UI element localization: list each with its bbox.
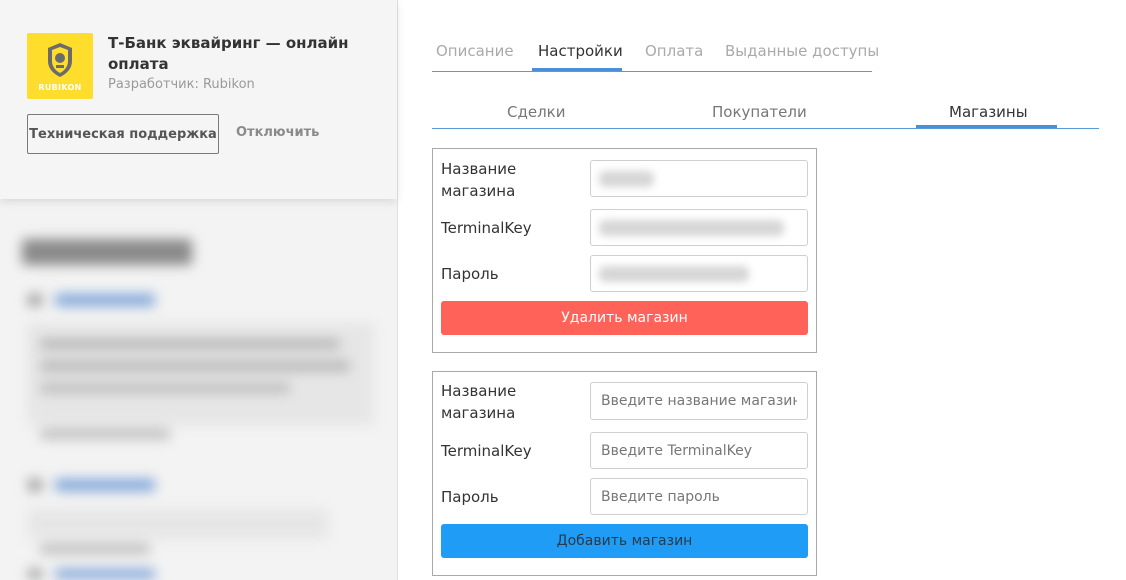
subtab-deals[interactable]: Сделки — [507, 103, 565, 121]
app-logo: RUBIKON — [27, 33, 93, 99]
new-terminal-key-input[interactable] — [590, 432, 808, 469]
terminal-key-label: TerminalKey — [441, 219, 532, 237]
existing-store-form: Название магазина TerminalKey Пароль Уда… — [432, 148, 817, 353]
logo-brand: RUBIKON — [38, 83, 82, 92]
store-name-input[interactable] — [590, 160, 808, 197]
store-name-label: Название магазина — [441, 160, 517, 200]
new-password-label: Пароль — [441, 488, 499, 506]
new-store-form: Название магазина TerminalKey Пароль Доб… — [432, 371, 817, 576]
terminal-key-input[interactable] — [590, 209, 808, 246]
blurred-content — [0, 199, 397, 580]
disable-link[interactable]: Отключить — [236, 125, 319, 140]
support-button[interactable]: Техническая поддержка — [27, 114, 219, 154]
password-label: Пароль — [441, 265, 499, 283]
tab-settings[interactable]: Настройки — [538, 42, 623, 60]
tab-description[interactable]: Описание — [436, 42, 514, 60]
new-store-name-label: Название магазина — [441, 382, 517, 422]
new-terminal-key-label: TerminalKey — [441, 442, 532, 460]
subtab-stores[interactable]: Магазины — [949, 103, 1028, 121]
delete-store-button[interactable]: Удалить магазин — [441, 301, 808, 335]
active-tab-indicator — [532, 68, 622, 71]
app-title: Т-Банк эквайринг — онлайн оплата — [108, 34, 349, 73]
tab-access[interactable]: Выданные доступы — [725, 42, 879, 60]
add-store-button[interactable]: Добавить магазин — [441, 524, 808, 558]
tab-payment[interactable]: Оплата — [645, 42, 703, 60]
password-input[interactable] — [590, 255, 808, 292]
app-developer: Разработчик: Rubikon — [108, 77, 255, 92]
app-card: RUBIKON Т-Банк эквайринг — онлайн оплата… — [0, 0, 397, 199]
sidebar: RUBIKON Т-Банк эквайринг — онлайн оплата… — [0, 0, 398, 580]
top-tabs: Описание Настройки Оплата Выданные досту… — [432, 36, 879, 72]
crest-icon — [48, 43, 72, 77]
new-password-input[interactable] — [590, 478, 808, 515]
active-subtab-indicator — [916, 125, 1057, 128]
new-store-name-input[interactable] — [590, 382, 808, 420]
subtab-customers[interactable]: Покупатели — [712, 103, 807, 121]
